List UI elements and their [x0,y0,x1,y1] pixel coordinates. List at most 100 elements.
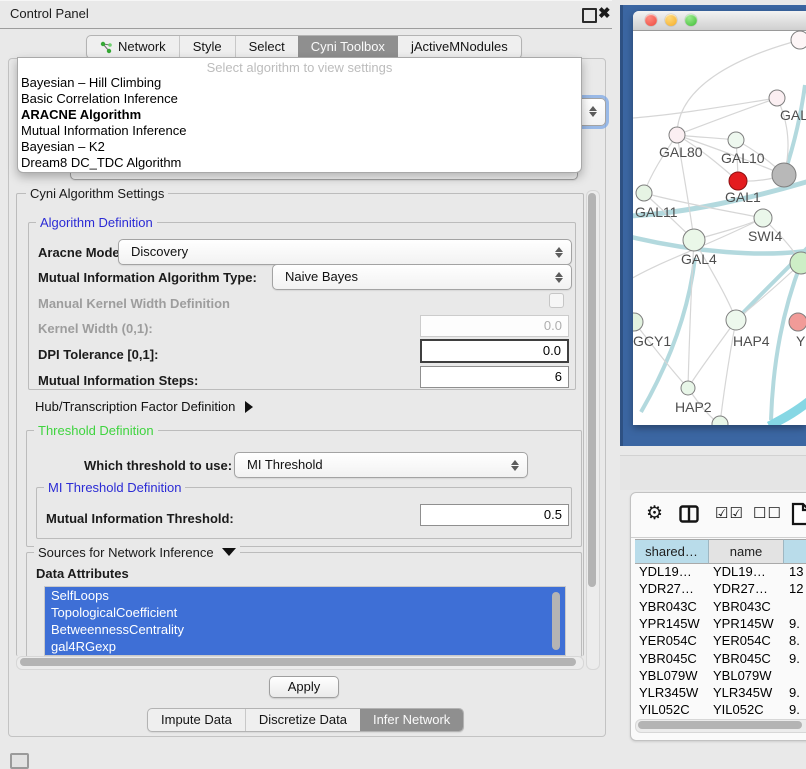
table-cell[interactable] [789,667,806,684]
dropdown-item-aracne[interactable]: ARACNE Algorithm [18,107,581,123]
node-hap2[interactable] [681,381,695,395]
node-gcy1[interactable] [633,313,643,331]
tab-discretize-data[interactable]: Discretize Data [245,709,360,731]
columns-icon[interactable] [679,505,699,523]
node-salmon[interactable] [789,313,806,331]
dropdown-item[interactable]: Dream8 DC_TDC Algorithm [18,155,581,171]
hub-definition-toggle[interactable]: Hub/Transcription Factor Definition [35,399,253,414]
table-cell[interactable]: YER054C [639,632,709,649]
table-cell[interactable]: YBR045C [639,650,709,667]
list-item[interactable]: gal4RGexp [45,638,565,655]
node-label: GAL11 [635,204,678,220]
tab-impute-data[interactable]: Impute Data [148,709,245,731]
select-all-checkboxes-icon[interactable]: ☑☑ [715,504,744,522]
table-cell[interactable]: 12 [789,580,806,597]
table-cell[interactable]: YBL079W [639,667,709,684]
tab-select[interactable]: Select [235,36,298,58]
vertical-scrollbar-track[interactable] [586,190,600,670]
table-cell[interactable]: YIL052C [713,701,787,718]
node-selected-red[interactable] [729,172,747,190]
minimized-window-icon[interactable] [10,753,29,769]
document-icon[interactable] [791,502,806,526]
which-threshold-combo[interactable]: MI Threshold [234,452,528,478]
tab-style[interactable]: Style [179,36,235,58]
aracne-mode-combo[interactable]: Discovery [118,239,572,265]
mi-steps-input[interactable]: 6 [420,366,569,388]
dropdown-item[interactable]: Bayesian – K2 [18,139,581,155]
table-cell[interactable]: YDL19… [639,563,709,580]
node-gal10[interactable] [728,132,744,148]
minimize-traffic-light-icon[interactable] [665,14,677,26]
tab-select-label: Select [249,36,285,58]
table-cell[interactable]: 9. [789,615,806,632]
tab-infer-network[interactable]: Infer Network [360,709,463,731]
node-gal4[interactable] [683,229,705,251]
table-cell[interactable]: YDL19… [713,563,787,580]
table-cell[interactable]: YPR145W [639,615,709,632]
horizontal-scrollbar-track[interactable] [16,656,584,670]
table-cell[interactable]: YIL052C [639,701,709,718]
kernel-width-input[interactable]: 0.0 [420,315,569,337]
dpi-tolerance-input[interactable]: 0.0 [420,339,569,363]
close-icon[interactable]: ✖ [598,4,611,22]
table-cell[interactable]: YDR27… [639,580,709,597]
deselect-all-checkboxes-icon[interactable]: ☐☐ [753,504,782,522]
table-cell[interactable]: 8. [789,632,806,649]
table-cell[interactable]: 9. [789,650,806,667]
node-gal1-gray[interactable] [772,163,796,187]
list-scrollbar[interactable] [552,592,560,650]
table-hscrollbar-track[interactable] [635,719,806,733]
horizontal-scrollbar-thumb[interactable] [20,658,576,666]
tab-jactivemnodules-label: jActiveMNodules [411,36,508,58]
data-attributes-list[interactable]: SelfLoops TopologicalCoefficient Between… [44,586,566,656]
table-cell[interactable]: YBL079W [713,667,787,684]
column-header-shared-name[interactable]: shared… [635,539,709,564]
close-traffic-light-icon[interactable] [645,14,657,26]
list-item[interactable]: TopologicalCoefficient [45,604,565,621]
table-cell[interactable] [789,598,806,615]
table-cell[interactable]: 13 [789,563,806,580]
divider [631,537,806,538]
dropdown-item[interactable]: Mutual Information Inference [18,123,581,139]
table-cell[interactable]: YBR045C [713,650,787,667]
node-gal80[interactable] [669,127,685,143]
list-item[interactable]: SelfLoops [45,587,565,604]
table-cell[interactable]: YBR043C [713,598,787,615]
mi-type-combo[interactable]: Naive Bayes [272,264,572,290]
table-cell[interactable]: YBR043C [639,598,709,615]
float-window-icon[interactable] [582,8,597,23]
column-header-partial[interactable]: A [784,539,806,564]
dropdown-item[interactable]: Basic Correlation Inference [18,91,581,107]
node-gal11[interactable] [636,185,652,201]
vertical-scrollbar-thumb[interactable] [588,193,596,587]
table-cell[interactable]: 9. [789,684,806,701]
sources-group-label: Sources for Network Inference [38,545,214,560]
tab-cyni-toolbox[interactable]: Cyni Toolbox [298,36,398,58]
list-item[interactable]: BetweennessCentrality [45,621,565,638]
tab-network[interactable]: Network [87,36,179,58]
zoom-traffic-light-icon[interactable] [685,14,697,26]
node-partial-top[interactable] [791,31,806,49]
tab-jactivemnodules[interactable]: jActiveMNodules [398,36,521,58]
table-cell[interactable]: YDR27… [713,580,787,597]
table-cell[interactable]: YPR145W [713,615,787,632]
manual-kernel-checkbox[interactable] [549,293,564,308]
table-hscrollbar-thumb[interactable] [638,721,802,729]
node-gal7[interactable] [769,90,785,106]
network-canvas[interactable]: GAL7 GAL80 GAL10 GAL1 GAL11 GAL4 SWI4 GC… [633,30,806,425]
node-swi4[interactable] [754,209,772,227]
node-partial-bottom[interactable] [712,416,728,425]
sources-group-title[interactable]: Sources for Network Inference [34,545,240,560]
dropdown-item[interactable]: Bayesian – Hill Climbing [18,75,581,91]
table-cell[interactable]: 9. [789,701,806,718]
node-hap4[interactable] [726,310,746,330]
column-header-name[interactable]: name [709,539,784,564]
network-window-titlebar[interactable] [633,11,806,31]
apply-button[interactable]: Apply [269,676,339,698]
table-cell[interactable]: YER054C [713,632,787,649]
table-cell[interactable]: YLR345W [713,684,787,701]
dropdown-placeholder: Select algorithm to view settings [18,60,581,75]
table-cell[interactable]: YLR345W [639,684,709,701]
mi-threshold-input[interactable]: 0.5 [420,504,569,526]
gear-icon[interactable]: ⚙ [646,502,663,525]
